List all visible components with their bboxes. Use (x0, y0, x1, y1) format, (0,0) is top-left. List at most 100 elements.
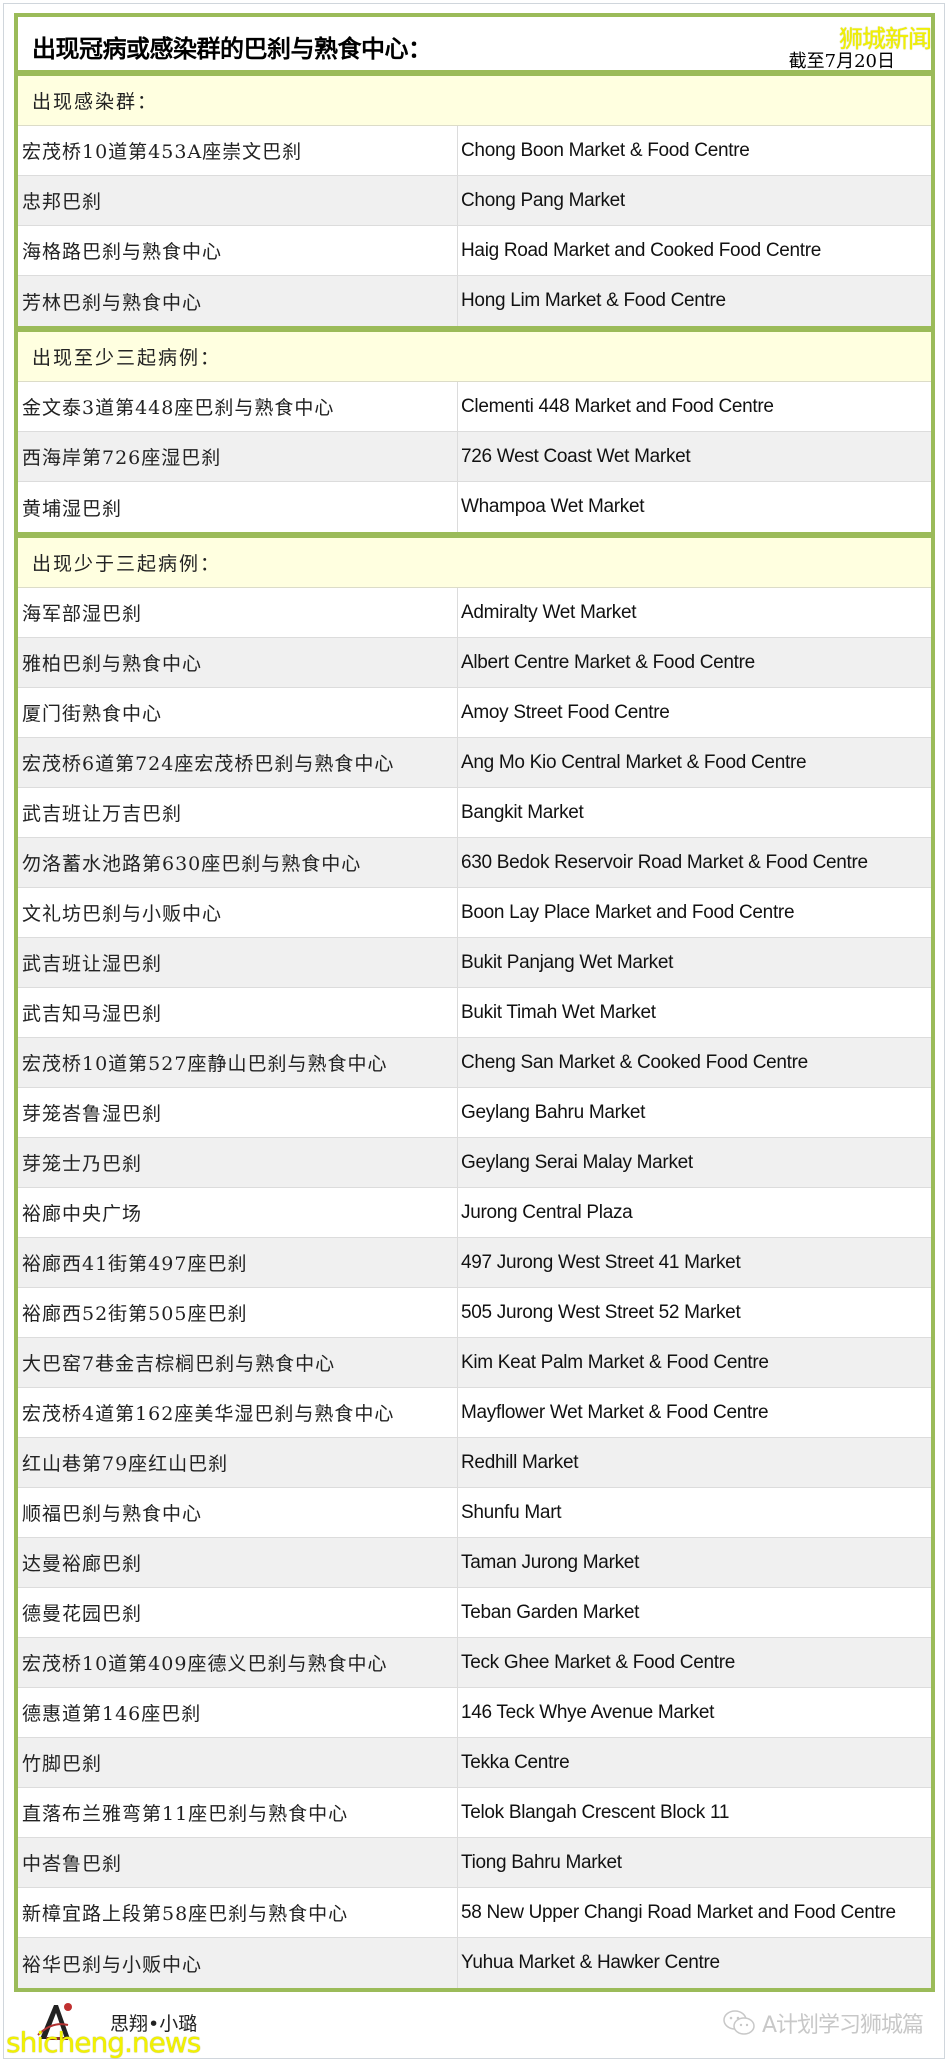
chinese-name-cell: 武吉知马湿巴刹 (18, 988, 458, 1037)
english-name-cell: Teban Garden Market (461, 1601, 640, 1623)
chinese-name-cell: 顺福巴刹与熟食中心 (18, 1488, 458, 1537)
wechat-account-label: A计划学习狮城篇 (761, 2013, 924, 2038)
table-row: 雅柏巴刹与熟食中心 Albert Centre Market & Food Cen… (18, 638, 931, 688)
table-row: 竹脚巴刹 Tekka Centre (18, 1738, 931, 1788)
english-name-cell: Clementi 448 Market and Food Centre (461, 395, 774, 417)
english-name-cell: Ang Mo Kio Central Market & Food Centre (461, 751, 807, 773)
table-row: 武吉班让万吉巴刹 Bangkit Market (18, 788, 931, 838)
table-row: 金文泰3道第448座巴刹与熟食中心 Clementi 448 Market and… (18, 382, 931, 432)
english-name-cell: Albert Centre Market & Food Centre (461, 651, 755, 673)
table-row: 宏茂桥6道第724座宏茂桥巴刹与熟食中心 Ang Mo Kio Central M… (18, 738, 931, 788)
table-row: 达曼裕廊巴刹 Taman Jurong Market (18, 1538, 931, 1588)
chinese-name-cell: 海军部湿巴刹 (18, 588, 458, 637)
chinese-name-cell: 裕廊中央广场 (18, 1188, 458, 1237)
english-name-cell: 497 Jurong West Street 41 Market (461, 1251, 741, 1273)
table-row: 裕华巴刹与小贩中心 Yuhua Market & Hawker Centre (18, 1938, 931, 1988)
page-title: 出现冠病或感染群的巴刹与熟食中心： (32, 35, 432, 63)
chinese-name-cell: 宏茂桥10道第409座德义巴刹与熟食中心 (18, 1638, 458, 1687)
chinese-name-cell: 裕廊西41街第497座巴刹 (18, 1238, 458, 1287)
table-row: 中峇鲁巴刹 Tiong Bahru Market (18, 1838, 931, 1888)
table-row: 宏茂桥10道第527座静山巴刹与熟食中心 Cheng San Market & C… (18, 1038, 931, 1088)
english-name-cell: Mayflower Wet Market & Food Centre (461, 1401, 769, 1423)
english-name-cell: 146 Teck Whye Avenue Market (461, 1701, 715, 1723)
section-header: 出现少于三起病例： (18, 538, 931, 588)
section-rows: 海军部湿巴刹 Admiralty Wet Market 雅柏巴刹与熟食中心 Alber… (18, 588, 931, 1988)
table-row: 西海岸第726座湿巴刹 726 West Coast Wet Market (18, 432, 931, 482)
english-name-cell: Amoy Street Food Centre (461, 701, 670, 723)
chinese-name-cell: 新樟宜路上段第58座巴刹与熟食中心 (18, 1888, 458, 1937)
english-name-cell: Whampoa Wet Market (461, 496, 645, 517)
english-name-cell: Bangkit Market (461, 801, 584, 823)
market-list-table: 出现冠病或感染群的巴刹与熟食中心： 狮城新闻 截至7月20日 出现感染群： 宏茂桥… (14, 13, 935, 1992)
table-row: 顺福巴刹与熟食中心 Shunfu Mart (18, 1488, 931, 1538)
table-row: 大巴窑7巷金吉棕榈巴刹与熟食中心 Kim Keat Palm Market & F… (18, 1338, 931, 1388)
table-row: 宏茂桥10道第409座德义巴刹与熟食中心 Teck Ghee Market & F… (18, 1638, 931, 1688)
chinese-name-cell: 中峇鲁巴刹 (18, 1838, 458, 1887)
chinese-name-cell: 裕华巴刹与小贩中心 (18, 1938, 458, 1988)
table-row: 黄埔湿巴刹 Whampoa Wet Market (18, 482, 931, 532)
wechat-icon (723, 2010, 755, 2035)
title-bar: 出现冠病或感染群的巴刹与熟食中心： 狮城新闻 截至7月20日 (18, 17, 932, 76)
chinese-name-cell: 海格路巴刹与熟食中心 (18, 226, 458, 275)
english-name-cell: Tiong Bahru Market (461, 1851, 622, 1873)
table-row: 德惠道第146座巴刹 146 Teck Whye Avenue Market (18, 1688, 931, 1738)
chinese-name-cell: 红山巷第79座红山巴刹 (18, 1438, 458, 1487)
table-row: 新樟宜路上段第58座巴刹与熟食中心 58 New Upper Changi Roa… (18, 1888, 931, 1938)
chinese-name-cell: 宏茂桥4道第162座美华湿巴刹与熟食中心 (18, 1388, 458, 1437)
english-name-cell: Chong Pang Market (461, 189, 625, 211)
chinese-name-cell: 竹脚巴刹 (18, 1738, 458, 1787)
chinese-name-cell: 德曼花园巴刹 (18, 1588, 458, 1637)
chinese-name-cell: 芽笼士乃巴刹 (18, 1138, 458, 1187)
english-name-cell: Taman Jurong Market (461, 1551, 640, 1573)
table-row: 海格路巴刹与熟食中心 Haig Road Market and Cooked Fo… (18, 226, 931, 276)
english-name-cell: Tekka Centre (461, 1751, 570, 1773)
english-name-cell: Bukit Panjang Wet Market (461, 951, 674, 973)
chinese-name-cell: 黄埔湿巴刹 (18, 482, 458, 532)
chinese-name-cell: 厦门街熟食中心 (18, 688, 458, 737)
table-row: 忠邦巴刹 Chong Pang Market (18, 176, 931, 226)
table-row: 裕廊中央广场 Jurong Central Plaza (18, 1188, 931, 1238)
english-name-cell: Jurong Central Plaza (461, 1201, 633, 1223)
table-row: 芽笼峇鲁湿巴刹 Geylang Bahru Market (18, 1088, 931, 1138)
chinese-name-cell: 金文泰3道第448座巴刹与熟食中心 (18, 382, 458, 431)
table-row: 海军部湿巴刹 Admiralty Wet Market (18, 588, 931, 638)
chinese-name-cell: 芽笼峇鲁湿巴刹 (18, 1088, 458, 1137)
english-name-cell: Teck Ghee Market & Food Centre (461, 1651, 736, 1673)
table-row: 宏茂桥4道第162座美华湿巴刹与熟食中心 Mayflower Wet Market… (18, 1388, 931, 1438)
chinese-name-cell: 宏茂桥10道第527座静山巴刹与熟食中心 (18, 1038, 458, 1087)
table-row: 文礼坊巴刹与小贩中心 Boon Lay Place Market and Food… (18, 888, 931, 938)
english-name-cell: Yuhua Market & Hawker Centre (461, 1952, 720, 1973)
english-name-cell: Geylang Serai Malay Market (461, 1151, 693, 1173)
english-name-cell: Hong Lim Market & Food Centre (461, 290, 726, 311)
english-name-cell: 58 New Upper Changi Road Market and Food… (461, 1901, 896, 1923)
chinese-name-cell: 勿洛蓄水池路第630座巴刹与熟食中心 (18, 838, 458, 887)
english-name-cell: 630 Bedok Reservoir Road Market & Food C… (461, 851, 868, 873)
english-name-cell: Telok Blangah Crescent Block 11 (461, 1801, 730, 1823)
chinese-name-cell: 忠邦巴刹 (18, 176, 458, 225)
table-row: 勿洛蓄水池路第630座巴刹与熟食中心 630 Bedok Reservoir Ro… (18, 838, 931, 888)
english-name-cell: Chong Boon Market & Food Centre (461, 139, 750, 161)
section-header: 出现感染群： (18, 76, 931, 126)
table-row: 红山巷第79座红山巴刹 Redhill Market (18, 1438, 931, 1488)
english-name-cell: Shunfu Mart (461, 1501, 562, 1523)
section-header: 出现至少三起病例： (18, 332, 931, 382)
watermark: shicheng.news (6, 2026, 201, 2059)
table-row: 直落布兰雅弯第11座巴刹与熟食中心 Telok Blangah Crescent … (18, 1788, 931, 1838)
table-row: 武吉知马湿巴刹 Bukit Timah Wet Market (18, 988, 931, 1038)
table-row: 德曼花园巴刹 Teban Garden Market (18, 1588, 931, 1638)
wechat-account: A计划学习狮城篇 (722, 2007, 924, 2039)
chinese-name-cell: 宏茂桥6道第724座宏茂桥巴刹与熟食中心 (18, 738, 458, 787)
english-name-cell: Haig Road Market and Cooked Food Centre (461, 239, 822, 261)
english-name-cell: Cheng San Market & Cooked Food Centre (461, 1051, 808, 1073)
chinese-name-cell: 文礼坊巴刹与小贩中心 (18, 888, 458, 937)
english-name-cell: 505 Jurong West Street 52 Market (461, 1301, 741, 1323)
section-rows: 金文泰3道第448座巴刹与熟食中心 Clementi 448 Market and… (18, 382, 931, 532)
chinese-name-cell: 宏茂桥10道第453A座崇文巴刹 (18, 126, 458, 175)
chinese-name-cell: 芳林巴刹与熟食中心 (18, 276, 458, 326)
english-name-cell: Redhill Market (461, 1451, 579, 1473)
english-name-cell: Geylang Bahru Market (461, 1101, 646, 1123)
table-row: 芳林巴刹与熟食中心 Hong Lim Market & Food Centre (18, 276, 931, 326)
table-row: 芽笼士乃巴刹 Geylang Serai Malay Market (18, 1138, 931, 1188)
chinese-name-cell: 大巴窑7巷金吉棕榈巴刹与熟食中心 (18, 1338, 458, 1387)
english-name-cell: 726 West Coast Wet Market (461, 445, 691, 467)
